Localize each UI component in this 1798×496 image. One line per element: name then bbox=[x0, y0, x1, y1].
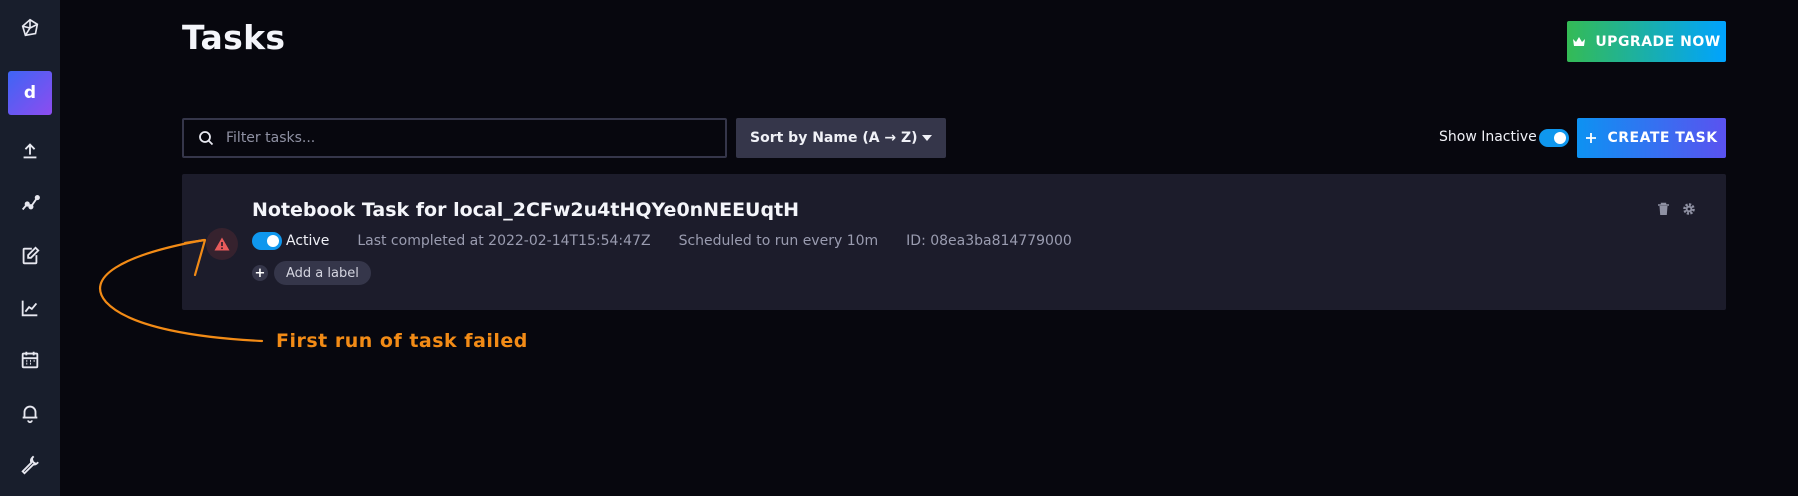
notebook-edit-icon[interactable] bbox=[0, 236, 60, 276]
show-inactive-toggle[interactable] bbox=[1539, 129, 1569, 147]
sidebar-nav: d bbox=[0, 0, 60, 496]
filter-tasks-search[interactable] bbox=[182, 118, 727, 158]
task-active-toggle[interactable] bbox=[252, 232, 282, 250]
filter-tasks-input[interactable] bbox=[224, 129, 698, 147]
task-schedule: Scheduled to run every 10m bbox=[678, 233, 879, 249]
task-name-link[interactable]: Notebook Task for local_2CFw2u4tHQYe0nNE… bbox=[252, 199, 799, 221]
warning-triangle-icon bbox=[214, 237, 230, 251]
bell-icon[interactable] bbox=[0, 393, 60, 433]
task-error-badge[interactable] bbox=[206, 228, 238, 260]
task-card: Notebook Task for local_2CFw2u4tHQYe0nNE… bbox=[182, 174, 1726, 310]
page-title: Tasks bbox=[182, 18, 286, 57]
task-id: ID: 08ea3ba814779000 bbox=[906, 233, 1072, 249]
org-initial: d bbox=[23, 83, 37, 103]
task-labels: + Add a label bbox=[252, 261, 371, 285]
graph-icon[interactable] bbox=[0, 184, 60, 224]
chart-icon[interactable] bbox=[0, 288, 60, 328]
annotation-label: First run of task failed bbox=[276, 330, 528, 352]
sort-dropdown[interactable]: Sort by Name (A → Z) bbox=[736, 118, 946, 158]
upgrade-now-label: UPGRADE NOW bbox=[1595, 33, 1721, 50]
create-task-button[interactable]: CREATE TASK bbox=[1577, 118, 1726, 158]
search-icon bbox=[198, 130, 214, 146]
upgrade-now-button[interactable]: UPGRADE NOW bbox=[1567, 21, 1726, 62]
calendar-icon[interactable] bbox=[0, 340, 60, 380]
add-label-plus-icon[interactable]: + bbox=[252, 265, 268, 281]
cube-logo-icon[interactable] bbox=[0, 8, 60, 48]
gear-icon[interactable] bbox=[1682, 202, 1696, 216]
wrench-icon[interactable] bbox=[0, 445, 60, 485]
add-label-button[interactable]: Add a label bbox=[274, 261, 371, 285]
upload-icon[interactable] bbox=[0, 131, 60, 171]
show-inactive-label: Show Inactive bbox=[1439, 129, 1537, 145]
trash-icon[interactable] bbox=[1657, 202, 1670, 216]
task-meta-row: Active Last completed at 2022-02-14T15:5… bbox=[252, 231, 1100, 251]
caret-down-icon bbox=[922, 135, 932, 141]
sort-dropdown-label: Sort by Name (A → Z) bbox=[750, 130, 918, 146]
org-avatar[interactable]: d bbox=[8, 71, 52, 115]
create-task-label: CREATE TASK bbox=[1607, 130, 1718, 146]
task-card-actions bbox=[1657, 202, 1696, 216]
crown-icon bbox=[1573, 36, 1586, 46]
task-status: Active bbox=[286, 233, 330, 249]
plus-icon bbox=[1586, 133, 1597, 143]
task-last-completed: Last completed at 2022-02-14T15:54:47Z bbox=[357, 233, 651, 249]
